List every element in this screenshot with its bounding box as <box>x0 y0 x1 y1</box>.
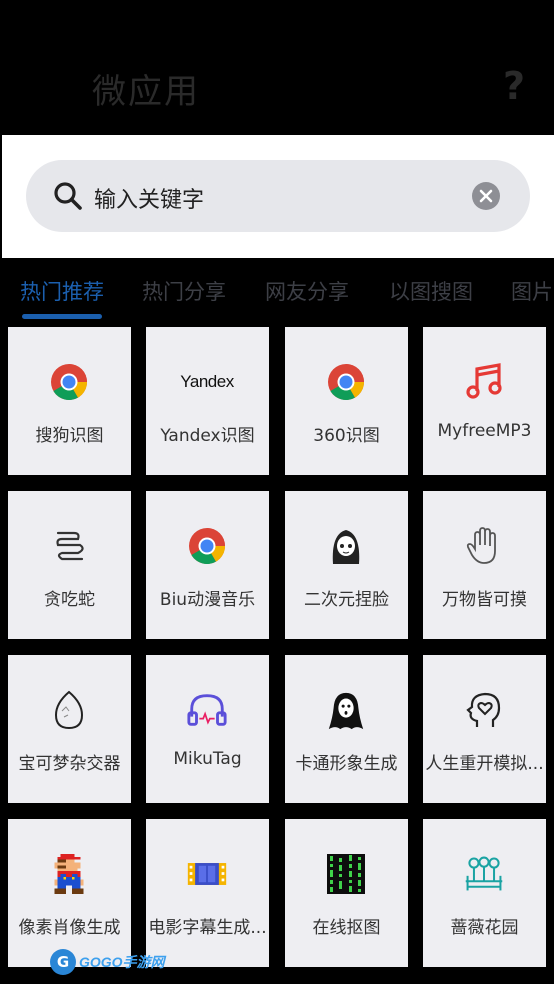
help-button[interactable]: ? <box>503 64 525 108</box>
chrome-icon <box>186 525 228 567</box>
matrix-icon <box>325 853 367 895</box>
tab-hot-recommend[interactable]: 热门推荐 <box>20 276 104 306</box>
search-input[interactable]: 输入关键字 <box>26 160 530 232</box>
app-tile[interactable]: 贪吃蛇 <box>8 491 131 639</box>
app-tile-label: 在线抠图 <box>312 918 381 938</box>
app-tile-label: MikuTag <box>173 749 242 769</box>
search-section: 输入关键字 <box>2 135 554 258</box>
tab-hot-share[interactable]: 热门分享 <box>142 276 226 306</box>
snake-icon <box>48 525 90 567</box>
yandex-logo-icon: Yandex <box>180 372 234 391</box>
app-tile[interactable]: 人生重开模拟... <box>423 655 546 803</box>
film-icon <box>186 853 228 895</box>
chrome-icon <box>48 361 90 403</box>
head-heart-icon <box>463 689 505 731</box>
pixel-mario-icon <box>48 853 90 895</box>
app-tile[interactable]: MyfreeMP3 <box>423 327 546 475</box>
tab-user-share[interactable]: 网友分享 <box>265 276 349 306</box>
app-tile[interactable]: 在线抠图 <box>285 819 408 967</box>
clear-icon[interactable] <box>472 182 500 210</box>
app-tile[interactable]: 蔷薇花园 <box>423 819 546 967</box>
app-tile-label: 蔷薇花园 <box>450 918 519 938</box>
app-tile-label: Yandex识图 <box>160 426 255 446</box>
app-tile-label: Biu动漫音乐 <box>159 590 256 610</box>
page-title: 微应用 <box>92 72 200 112</box>
app-tile-label: 宝可梦杂交器 <box>18 754 121 774</box>
app-tile-label: MyfreeMP3 <box>437 421 532 441</box>
app-tile-label: 二次元捏脸 <box>304 590 389 610</box>
search-value: 输入关键字 <box>94 188 205 213</box>
headphones-icon <box>186 689 228 731</box>
app-tile[interactable]: 搜狗识图 <box>8 327 131 475</box>
app-tile-label: 搜狗识图 <box>35 426 104 446</box>
app-tile-label: 贪吃蛇 <box>44 590 95 610</box>
garden-icon <box>463 853 505 895</box>
tab-image-search[interactable]: 以图搜图 <box>389 276 473 306</box>
app-header: 微应用 ? <box>0 0 554 135</box>
app-grid: 搜狗识图 Yandex Yandex识图 360识图 MyfreeMP3 贪吃蛇 Biu动漫… <box>2 320 554 984</box>
app-tile-label: 人生重开模拟... <box>425 754 544 774</box>
app-tile[interactable]: MikuTag <box>146 655 269 803</box>
app-tile[interactable]: Biu动漫音乐 <box>146 491 269 639</box>
watermark-logo: G <box>50 949 76 975</box>
egg-icon <box>48 689 90 731</box>
hand-icon <box>463 525 505 567</box>
category-tabs: 热门推荐 热门分享 网友分享 以图搜图 图片 <box>2 258 554 320</box>
watermark-text: GOGO手游网 <box>79 954 165 970</box>
app-tile-label: 360识图 <box>313 426 380 446</box>
app-tile-label: 电影字幕生成... <box>148 918 267 938</box>
active-tab-indicator <box>22 314 102 319</box>
app-tile[interactable]: 像素肖像生成 <box>8 819 131 967</box>
watermark: G GOGO手游网 <box>50 949 165 975</box>
anime-face-icon <box>325 525 367 567</box>
app-tile[interactable]: Yandex Yandex识图 <box>146 327 269 475</box>
ghost-icon <box>325 689 367 731</box>
app-tile-label: 卡通形象生成 <box>295 754 398 774</box>
chrome-icon <box>325 361 367 403</box>
app-tile[interactable]: 万物皆可摸 <box>423 491 546 639</box>
music-note-icon <box>463 361 505 403</box>
app-tile[interactable]: 360识图 <box>285 327 408 475</box>
app-tile[interactable]: 二次元捏脸 <box>285 491 408 639</box>
app-tile[interactable]: 宝可梦杂交器 <box>8 655 131 803</box>
tab-images[interactable]: 图片 <box>511 276 553 306</box>
app-tile[interactable]: 卡通形象生成 <box>285 655 408 803</box>
app-tile-label: 像素肖像生成 <box>18 918 121 938</box>
app-tile[interactable]: 电影字幕生成... <box>146 819 269 967</box>
search-icon <box>54 182 82 210</box>
app-tile-label: 万物皆可摸 <box>442 590 527 610</box>
